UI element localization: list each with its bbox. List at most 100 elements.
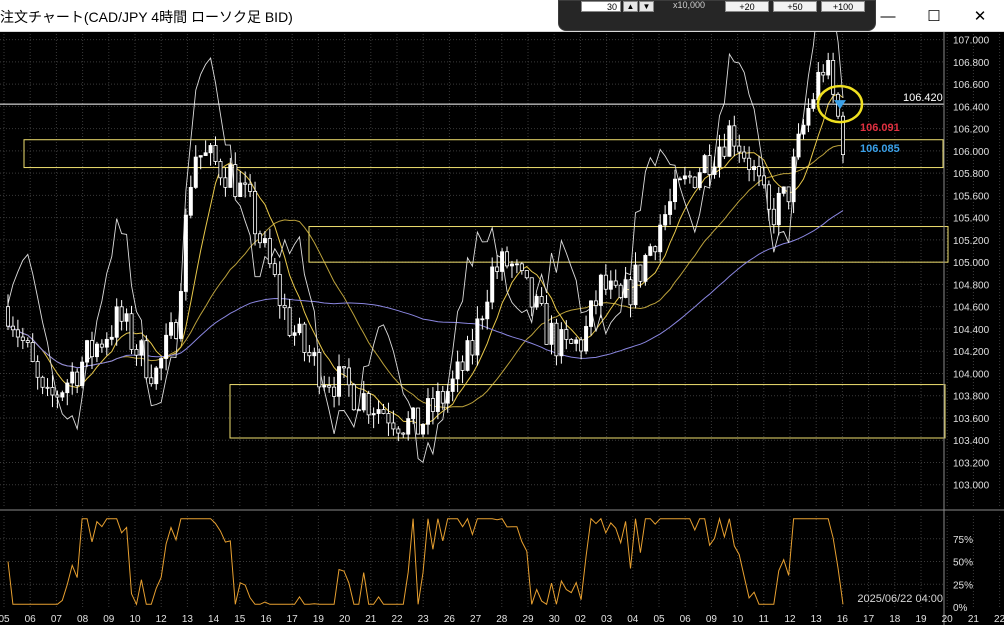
candle-body <box>574 339 579 344</box>
osc-tick-label: 0% <box>953 603 968 614</box>
candle-body <box>455 361 460 380</box>
candle-body <box>495 266 500 272</box>
candle-body <box>554 322 559 357</box>
candle-body <box>722 146 727 157</box>
add-50-button[interactable]: +50 <box>773 1 817 12</box>
price-tick-label: 104.600 <box>953 303 990 314</box>
spin-down-button[interactable]: ▼ <box>639 1 654 12</box>
candle-body <box>262 238 267 244</box>
candle-body <box>450 378 455 392</box>
candle-body <box>732 125 737 147</box>
candle-body <box>218 161 223 179</box>
candle-body <box>673 178 678 203</box>
candle-body <box>228 164 233 188</box>
add-100-button[interactable]: +100 <box>821 1 865 12</box>
candle-body <box>623 279 628 298</box>
candle-body <box>322 385 327 388</box>
add-20-button[interactable]: +20 <box>725 1 769 12</box>
candle-body <box>425 398 430 425</box>
candle-body <box>193 156 198 188</box>
candle-body <box>613 280 618 286</box>
candle-body <box>248 183 253 192</box>
candle-body <box>287 307 292 336</box>
price-tick-label: 103.000 <box>953 481 990 492</box>
close-button[interactable]: ✕ <box>957 0 1003 32</box>
candle-body <box>351 384 356 411</box>
candle-body <box>10 325 15 331</box>
candle-body <box>341 366 346 369</box>
candle-body <box>549 322 554 345</box>
candle-body <box>618 284 623 298</box>
candle-body <box>445 391 450 404</box>
multiplier-label: x10,000 <box>673 0 706 10</box>
candle-body <box>267 238 272 265</box>
candle-body <box>356 409 361 412</box>
candle-body <box>169 322 174 336</box>
price-tick-label: 103.400 <box>953 436 990 447</box>
date-axis: 05 06 07 08 09 10 12 13 14 15 16 17 19 20 21 22 23 26 27 28… <box>0 614 1004 625</box>
candle-body <box>564 329 569 340</box>
maximize-button[interactable]: ☐ <box>911 0 957 32</box>
cursor-timestamp: 2025/06/22 04:00 <box>857 593 943 605</box>
price-tick-label: 104.000 <box>953 369 990 380</box>
ask-price-label: 106.091 <box>860 122 900 134</box>
candle-body <box>524 270 529 279</box>
date-tick-label: 09 <box>706 614 718 625</box>
candle-body <box>391 422 396 430</box>
candle-body <box>124 313 129 322</box>
date-tick-label: 22 <box>994 614 1004 625</box>
candle-body <box>376 409 381 414</box>
price-chart[interactable]: 106.420 107.000 106.800 106.600 106.400 106.… <box>0 32 1004 625</box>
candle-body <box>460 361 465 371</box>
date-tick-label: 05 <box>653 614 665 625</box>
quantity-input[interactable]: 30 <box>581 1 621 12</box>
candle-body <box>702 155 707 174</box>
candle-body <box>139 340 144 356</box>
candle-body <box>297 323 302 334</box>
window-title: 注文チャート(CAD/JPY 4時間 ローソク足 BID) <box>0 9 293 25</box>
candle-body <box>801 124 806 135</box>
date-tick-label: 17 <box>863 614 875 625</box>
indicator-line <box>7 32 844 464</box>
date-tick-label: 17 <box>287 614 299 625</box>
ma-mid-line <box>7 145 844 409</box>
candle-body <box>119 306 124 322</box>
candle-body <box>752 166 757 171</box>
price-tick-label: 105.800 <box>953 169 990 180</box>
candle-body <box>70 371 75 384</box>
candle-body <box>589 300 594 327</box>
candle-body <box>682 175 687 180</box>
candle-body <box>490 266 495 303</box>
candle-body <box>149 377 154 385</box>
horizontal-line-label: 106.420 <box>903 92 943 104</box>
candle-body <box>821 71 826 76</box>
candle-body <box>386 413 391 424</box>
date-tick-label: 12 <box>784 614 796 625</box>
price-tick-label: 106.200 <box>953 125 990 136</box>
date-tick-label: 21 <box>968 614 980 625</box>
osc-tick-label: 50% <box>953 558 973 569</box>
candle-body <box>401 432 406 435</box>
osc-tick-label: 25% <box>953 580 973 591</box>
candle-body <box>20 336 25 341</box>
candle-body <box>742 151 747 159</box>
price-line[interactable]: 106.420 <box>0 92 944 105</box>
candle-body <box>781 186 786 194</box>
spin-up-button[interactable]: ▲ <box>623 1 638 12</box>
candle-body <box>302 323 307 353</box>
candle-body <box>327 385 332 388</box>
price-tick-label: 106.800 <box>953 58 990 69</box>
candle-body <box>233 164 238 197</box>
candle-body <box>692 176 697 188</box>
date-tick-label: 20 <box>942 614 954 625</box>
candle-body <box>737 145 742 153</box>
price-tick-label: 104.200 <box>953 347 990 358</box>
candle-body <box>109 336 114 340</box>
price-tick-label: 106.600 <box>953 80 990 91</box>
candle-body <box>500 251 505 272</box>
ma-short-line <box>7 93 844 427</box>
candle-body <box>579 339 584 352</box>
candle-body <box>628 279 633 306</box>
candle-body <box>366 393 371 416</box>
candle-body <box>30 342 35 362</box>
